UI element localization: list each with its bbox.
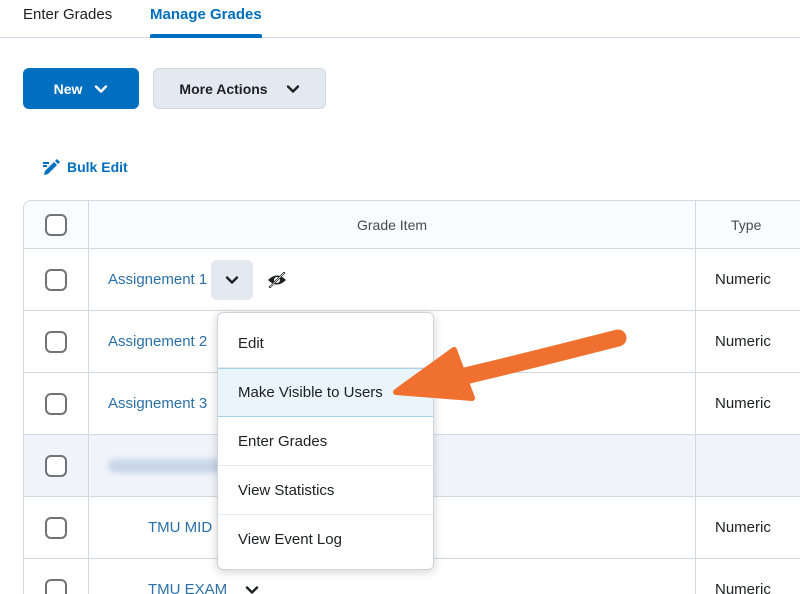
chevron-down-icon — [245, 585, 259, 594]
chevron-down-icon — [286, 84, 299, 93]
type-cell — [696, 435, 800, 496]
grade-item-link[interactable]: Assignement 3 — [108, 395, 207, 412]
table-header: Grade Item Type — [24, 201, 800, 249]
chevron-down-icon — [226, 275, 239, 284]
row-checkbox[interactable] — [45, 516, 67, 539]
grade-item-link[interactable]: TMU MID — [148, 519, 212, 536]
row-checkbox[interactable] — [45, 268, 67, 291]
active-tab-indicator — [150, 34, 262, 38]
blurred-category-name — [108, 458, 223, 473]
tab-manage-grades[interactable]: Manage Grades — [150, 6, 262, 23]
type-cell: Numeric — [696, 311, 800, 372]
tab-bar: Enter Grades Manage Grades — [0, 0, 800, 38]
chevron-down-icon — [95, 84, 108, 93]
row-checkbox[interactable] — [45, 578, 67, 594]
bulk-edit-icon — [43, 159, 60, 175]
grade-item-link[interactable]: Assignement 1 — [108, 271, 207, 288]
menu-item-enter-grades[interactable]: Enter Grades — [218, 417, 433, 466]
grade-item-link[interactable]: TMU EXAM — [148, 581, 227, 594]
table-row: Assignement 1 Numeric — [24, 249, 800, 311]
menu-item-view-event-log[interactable]: View Event Log — [218, 515, 433, 564]
context-menu-button[interactable] — [211, 259, 254, 300]
annotation-arrow-icon — [393, 329, 627, 401]
tab-enter-grades[interactable]: Enter Grades — [23, 6, 112, 23]
new-button-label: New — [53, 80, 83, 97]
row-checkbox[interactable] — [45, 330, 67, 353]
select-all-checkbox[interactable] — [45, 213, 67, 236]
row-checkbox[interactable] — [45, 454, 67, 477]
bulk-edit-link[interactable]: Bulk Edit — [42, 158, 128, 176]
context-menu-button[interactable] — [231, 570, 273, 594]
bulk-edit-label: Bulk Edit — [67, 159, 128, 175]
menu-item-view-statistics[interactable]: View Statistics — [218, 466, 433, 515]
grade-item-header: Grade Item — [89, 201, 696, 248]
row-checkbox[interactable] — [45, 392, 67, 415]
type-cell: Numeric — [696, 249, 800, 310]
eye-hidden-icon — [267, 271, 287, 288]
type-cell: Numeric — [696, 373, 800, 434]
more-actions-label: More Actions — [179, 80, 268, 97]
type-cell: Numeric — [696, 559, 800, 594]
type-cell: Numeric — [696, 497, 800, 558]
more-actions-button[interactable]: More Actions — [153, 68, 326, 109]
new-button[interactable]: New — [23, 68, 139, 109]
grade-item-link[interactable]: Assignement 2 — [108, 333, 207, 350]
type-header: Type — [696, 201, 800, 248]
